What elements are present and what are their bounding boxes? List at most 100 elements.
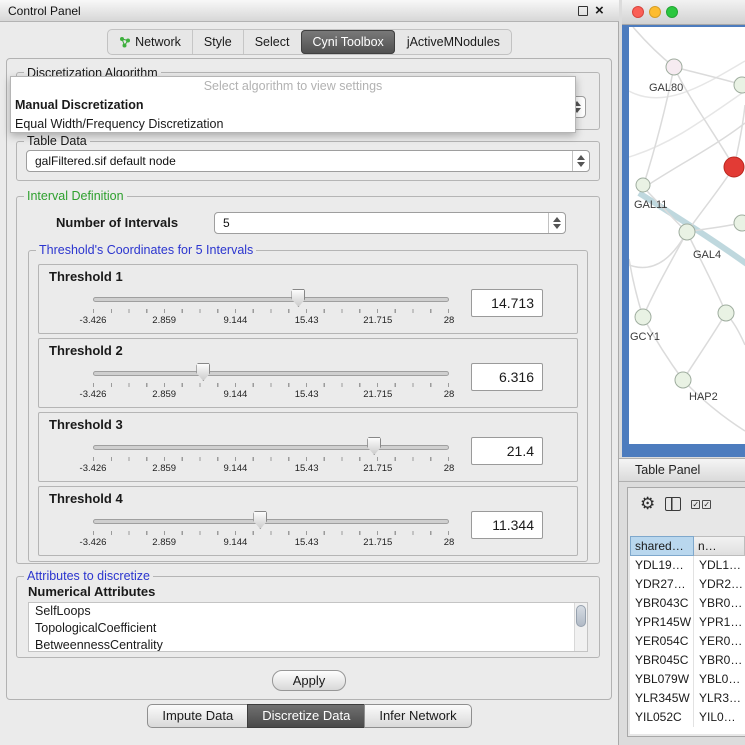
threshold-1-panel: Threshold 1 -3.4262.8599.14415.4321.7152… <box>38 264 578 334</box>
threshold-value-field[interactable]: 6.316 <box>471 363 543 391</box>
network-node-hap2[interactable] <box>675 372 691 388</box>
threshold-slider-track[interactable] <box>93 445 449 450</box>
threshold-slider-thumb[interactable] <box>196 363 210 381</box>
attribute-item[interactable]: BetweennessCentrality <box>29 637 587 652</box>
scale-label: 9.144 <box>224 315 248 326</box>
table-row[interactable]: YBL079WYBL0… <box>630 670 745 689</box>
float-window-icon[interactable] <box>578 6 588 16</box>
num-intervals-select[interactable]: 5 <box>214 212 566 234</box>
scale-label: -3.426 <box>80 537 107 548</box>
threshold-value-field[interactable]: 14.713 <box>471 289 543 317</box>
columns-icon[interactable] <box>665 497 681 511</box>
tab-impute-data[interactable]: Impute Data <box>147 704 248 728</box>
table-cell: YLR3… <box>694 689 745 708</box>
attribute-item[interactable]: TopologicalCoefficient <box>29 620 587 637</box>
network-view-window: GAL80GAL11GAL4GCY1HAP2 <box>622 0 745 457</box>
threshold-slider-thumb[interactable] <box>291 289 305 307</box>
table-cell: YBL0… <box>694 670 745 689</box>
table-row[interactable]: YDR27…YDR2… <box>630 575 745 594</box>
table-cell: YER054C <box>630 632 694 651</box>
tab-label: Select <box>255 35 290 49</box>
threshold-slider-thumb[interactable] <box>367 437 381 455</box>
network-node[interactable] <box>734 215 745 231</box>
table-data-select[interactable]: galFiltered.sif default node <box>26 150 590 172</box>
threshold-value-field[interactable]: 11.344 <box>471 511 543 539</box>
tab-discretize-data[interactable]: Discretize Data <box>247 704 365 728</box>
threshold-label: Threshold 1 <box>49 269 123 284</box>
threshold-2-panel: Threshold 2 -3.4262.8599.14415.4321.7152… <box>38 338 578 408</box>
table-row[interactable]: YDL19…YDL1… <box>630 556 745 575</box>
scrollbar[interactable] <box>574 603 587 651</box>
scale-label: 21.715 <box>363 463 392 474</box>
numerical-attributes-list: SelfLoopsTopologicalCoefficientBetweenne… <box>28 602 588 652</box>
scale-label: 28 <box>444 463 455 474</box>
table-cell: YER0… <box>694 632 745 651</box>
tab-jactivemnodules[interactable]: jActiveMNodules <box>396 30 511 54</box>
scale-label: 21.715 <box>363 537 392 548</box>
scale-label: 15.43 <box>295 389 319 400</box>
table-cell: YBL079W <box>630 670 694 689</box>
combo-stepper-icon <box>572 151 589 171</box>
column-header-name[interactable]: n… <box>694 536 745 556</box>
threshold-slider: -3.4262.8599.14415.4321.71528 <box>93 289 449 329</box>
tab-cyni-toolbox[interactable]: Cyni Toolbox <box>301 30 394 54</box>
threshold-3-panel: Threshold 3 -3.4262.8599.14415.4321.7152… <box>38 412 578 482</box>
table-row[interactable]: YBR045CYBR0… <box>630 651 745 670</box>
apply-button[interactable]: Apply <box>272 670 346 691</box>
attribute-item[interactable]: SelfLoops <box>29 603 587 620</box>
table-header-row: shared… n… <box>630 536 745 556</box>
select-columns-icon[interactable]: ✓ ✓ <box>691 500 711 509</box>
close-traffic-light[interactable] <box>632 6 644 18</box>
network-node-gcy1[interactable] <box>635 309 651 325</box>
interval-definition-title: Interval Definition <box>24 189 127 203</box>
dropdown-option-equal-width-frequency[interactable]: Equal Width/Frequency Discretization <box>11 115 575 134</box>
scale-label: 2.859 <box>152 463 176 474</box>
scale-label: 28 <box>444 315 455 326</box>
network-node-gal11[interactable] <box>636 178 650 192</box>
network-node[interactable] <box>734 77 745 93</box>
table-row[interactable]: YER054CYER0… <box>630 632 745 651</box>
tab-select[interactable]: Select <box>243 30 301 54</box>
threshold-slider-track[interactable] <box>93 519 449 524</box>
slider-scale-labels: -3.4262.8599.14415.4321.71528 <box>93 389 449 401</box>
close-icon[interactable]: × <box>595 1 604 21</box>
dropdown-option-manual-discretization[interactable]: Manual Discretization <box>11 96 575 115</box>
network-node[interactable] <box>718 305 734 321</box>
table-panel-title: Table Panel <box>635 459 700 481</box>
network-node[interactable] <box>724 157 744 177</box>
slider-scale-labels: -3.4262.8599.14415.4321.71528 <box>93 463 449 475</box>
scrollbar-thumb[interactable] <box>576 605 586 627</box>
threshold-value-field[interactable]: 21.4 <box>471 437 543 465</box>
network-node-gal80[interactable] <box>666 59 682 75</box>
tab-style[interactable]: Style <box>192 30 243 54</box>
algorithm-dropdown-popup: Select algorithm to view settings Manual… <box>10 76 576 133</box>
scale-label: 15.43 <box>295 463 319 474</box>
table-row[interactable]: YPR145WYPR1… <box>630 613 745 632</box>
network-canvas[interactable]: GAL80GAL11GAL4GCY1HAP2 <box>629 27 745 444</box>
gear-icon[interactable]: ⚙ <box>640 494 655 514</box>
zoom-traffic-light[interactable] <box>666 6 678 18</box>
table-cell: YLR345W <box>630 689 694 708</box>
table-cell: YPR145W <box>630 613 694 632</box>
network-node-gal4[interactable] <box>679 224 695 240</box>
threshold-slider-thumb[interactable] <box>253 511 267 529</box>
slider-ticks <box>93 309 449 313</box>
table-row[interactable]: YLR345WYLR3… <box>630 689 745 708</box>
threshold-4-panel: Threshold 4 -3.4262.8599.14415.4321.7152… <box>38 486 578 556</box>
table-cell: YBR043C <box>630 594 694 613</box>
threshold-slider-track[interactable] <box>93 297 449 302</box>
threshold-label: Threshold 2 <box>49 343 123 358</box>
minimize-traffic-light[interactable] <box>649 6 661 18</box>
slider-scale-labels: -3.4262.8599.14415.4321.71528 <box>93 537 449 549</box>
table-cell: YPR1… <box>694 613 745 632</box>
tab-infer-network[interactable]: Infer Network <box>364 704 471 728</box>
threshold-slider-track[interactable] <box>93 371 449 376</box>
table-data-selected-value: galFiltered.sif default node <box>35 151 176 171</box>
table-row[interactable]: YBR043CYBR0… <box>630 594 745 613</box>
slider-ticks <box>93 383 449 387</box>
scale-label: 15.43 <box>295 537 319 548</box>
table-row[interactable]: YIL052CYIL0… <box>630 708 745 727</box>
thresholds-group-title: Threshold's Coordinates for 5 Intervals <box>36 243 256 257</box>
column-header-shared-name[interactable]: shared… <box>630 536 694 556</box>
tab-network[interactable]: Network <box>108 30 192 54</box>
